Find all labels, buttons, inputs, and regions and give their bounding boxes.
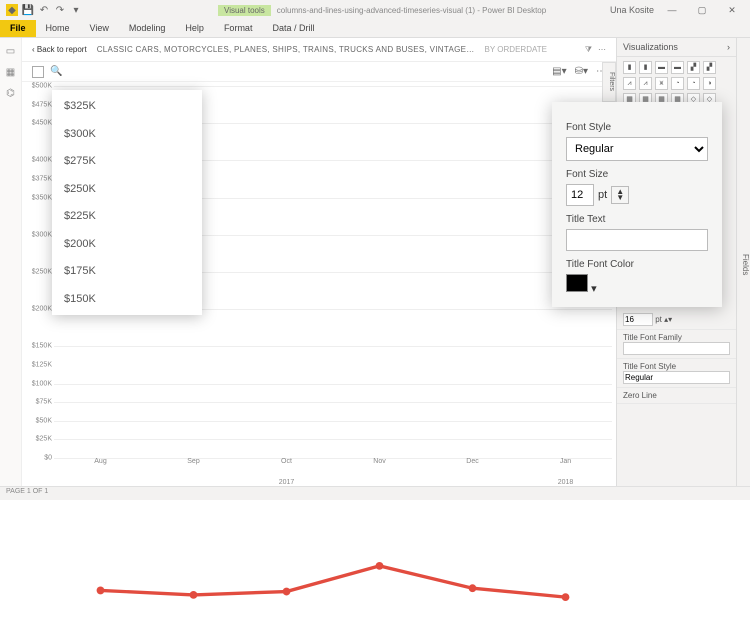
viz-icon[interactable]: ⩘ (639, 77, 652, 90)
fields-pane-collapsed[interactable]: Fields (736, 38, 750, 486)
title-font-color-label: Title Font Color (566, 259, 708, 270)
x-axis: AugSepOctNovDecJan20172018 (54, 458, 612, 486)
popup-tick: $225K (64, 210, 190, 222)
axis-zoom-popup: $325K $300K $275K $250K $225K $200K $175K $150K (52, 90, 202, 315)
selection-icon[interactable] (32, 66, 44, 78)
color-swatch[interactable] (566, 274, 588, 292)
viz-icon[interactable]: ▞ (687, 61, 700, 74)
font-size-unit: pt (598, 189, 607, 201)
prop-title-font-style: Title Font Style (617, 359, 736, 388)
close-button[interactable]: ✕ (720, 5, 744, 16)
data-view-icon[interactable]: ▦ (6, 67, 15, 78)
ribbon-tab-help[interactable]: Help (175, 20, 214, 37)
chevron-down-icon[interactable]: ▾ (591, 283, 597, 295)
ribbon-tab-format[interactable]: Format (214, 20, 263, 37)
redo-icon[interactable]: ↷ (54, 4, 66, 16)
popup-tick: $175K (64, 265, 190, 277)
user-name[interactable]: Una Kosite (610, 5, 654, 15)
mode-dropdown-icon[interactable]: ▤▾ (552, 66, 566, 77)
minimize-button[interactable]: — (660, 5, 684, 15)
prop-font-size: pt ▴▾ (617, 310, 736, 330)
viz-icon[interactable]: ▮ (623, 61, 636, 74)
ribbon-tab-modeling[interactable]: Modeling (119, 20, 176, 37)
visual-tools-tab[interactable]: Visual tools (218, 5, 271, 16)
popup-tick: $300K (64, 128, 190, 140)
title-text-label: Title Text (566, 214, 708, 225)
report-view-icon[interactable]: ▭ (6, 46, 15, 57)
window-controls: Una Kosite — ▢ ✕ (610, 5, 750, 16)
drill-by-label: BY ORDERDATE (485, 45, 547, 54)
viz-icon[interactable]: ▬ (655, 61, 668, 74)
visualizations-header[interactable]: Visualizations › (617, 38, 736, 57)
popup-tick: $275K (64, 155, 190, 167)
ribbon-tab-data-drill[interactable]: Data / Drill (262, 20, 324, 37)
viz-icon[interactable]: ◔ (671, 77, 684, 90)
app-logo-icon: ◆ (6, 4, 18, 16)
chart-toolbar: 🔍 ▤▾ ⛁▾ ⋯ (22, 62, 616, 82)
popup-tick: $250K (64, 183, 190, 195)
format-popup: Font Style Regular Font Size pt ▲▼ Title… (552, 102, 722, 307)
collapse-pane-icon[interactable]: › (727, 42, 730, 52)
quick-access-toolbar: ◆ 💾 ↶ ↷ ▾ (0, 4, 88, 16)
y-axis: $500K$475K$450K$400K$375K$350K$300K$250K… (26, 86, 54, 458)
viz-icon[interactable]: ▮ (639, 61, 652, 74)
title-bar: ◆ 💾 ↶ ↷ ▾ Visual tools columns-and-lines… (0, 0, 750, 20)
viz-icon[interactable]: ⩘ (623, 77, 636, 90)
viz-icon[interactable]: ◔ (687, 77, 700, 90)
prop-title-font-family: Title Font Family (617, 330, 736, 359)
status-bar: PAGE 1 OF 1 (0, 486, 750, 500)
undo-icon[interactable]: ↶ (38, 4, 50, 16)
title-text-input[interactable] (566, 229, 708, 251)
ribbon-tab-view[interactable]: View (80, 20, 119, 37)
viz-icon[interactable]: ▬ (671, 61, 684, 74)
ribbon: File Home View Modeling Help Format Data… (0, 20, 750, 38)
report-header: ‹ Back to report CLASSIC CARS, MOTORCYCL… (22, 38, 616, 62)
font-style-select[interactable]: Regular (566, 137, 708, 161)
popup-tick: $200K (64, 238, 190, 250)
filters-pane-collapsed[interactable]: Filters (602, 62, 616, 102)
stepper-icon[interactable]: ▴▾ (664, 315, 672, 324)
qat-chevron-icon[interactable]: ▾ (70, 4, 82, 16)
title-font-family-input[interactable] (623, 342, 730, 355)
filter-icon[interactable]: ⧩ (585, 45, 592, 55)
viz-icon[interactable]: ⩙ (655, 77, 668, 90)
display-dropdown-icon[interactable]: ⛁▾ (575, 66, 588, 77)
title-font-style-input[interactable] (623, 371, 730, 384)
model-view-icon[interactable]: ⌬ (6, 88, 15, 99)
left-nav-rail: ▭ ▦ ⌬ (0, 38, 22, 486)
ribbon-tab-home[interactable]: Home (36, 20, 80, 37)
save-icon[interactable]: 💾 (22, 4, 34, 16)
prop-zero-line: Zero Line (617, 388, 736, 404)
ribbon-tab-file[interactable]: File (0, 20, 36, 37)
popup-tick: $150K (64, 293, 190, 305)
font-style-label: Font Style (566, 122, 708, 133)
font-size-input-popup[interactable] (566, 184, 594, 206)
visualizations-title: Visualizations (623, 42, 678, 52)
window-title: columns-and-lines-using-advanced-timeser… (277, 6, 546, 15)
zoom-icon[interactable]: 🔍 (50, 66, 62, 77)
font-size-input[interactable] (623, 313, 653, 326)
header-more-icon[interactable]: ⋯ (598, 45, 606, 55)
maximize-button[interactable]: ▢ (690, 5, 714, 16)
back-to-report-button[interactable]: ‹ Back to report (32, 45, 87, 54)
viz-icon[interactable]: ▞ (703, 61, 716, 74)
breadcrumb: CLASSIC CARS, MOTORCYCLES, PLANES, SHIPS… (97, 45, 475, 54)
viz-icon[interactable]: ◑ (703, 77, 716, 90)
popup-tick: $325K (64, 100, 190, 112)
font-size-label: Font Size (566, 169, 708, 180)
stepper-icon[interactable]: ▲▼ (611, 186, 629, 204)
